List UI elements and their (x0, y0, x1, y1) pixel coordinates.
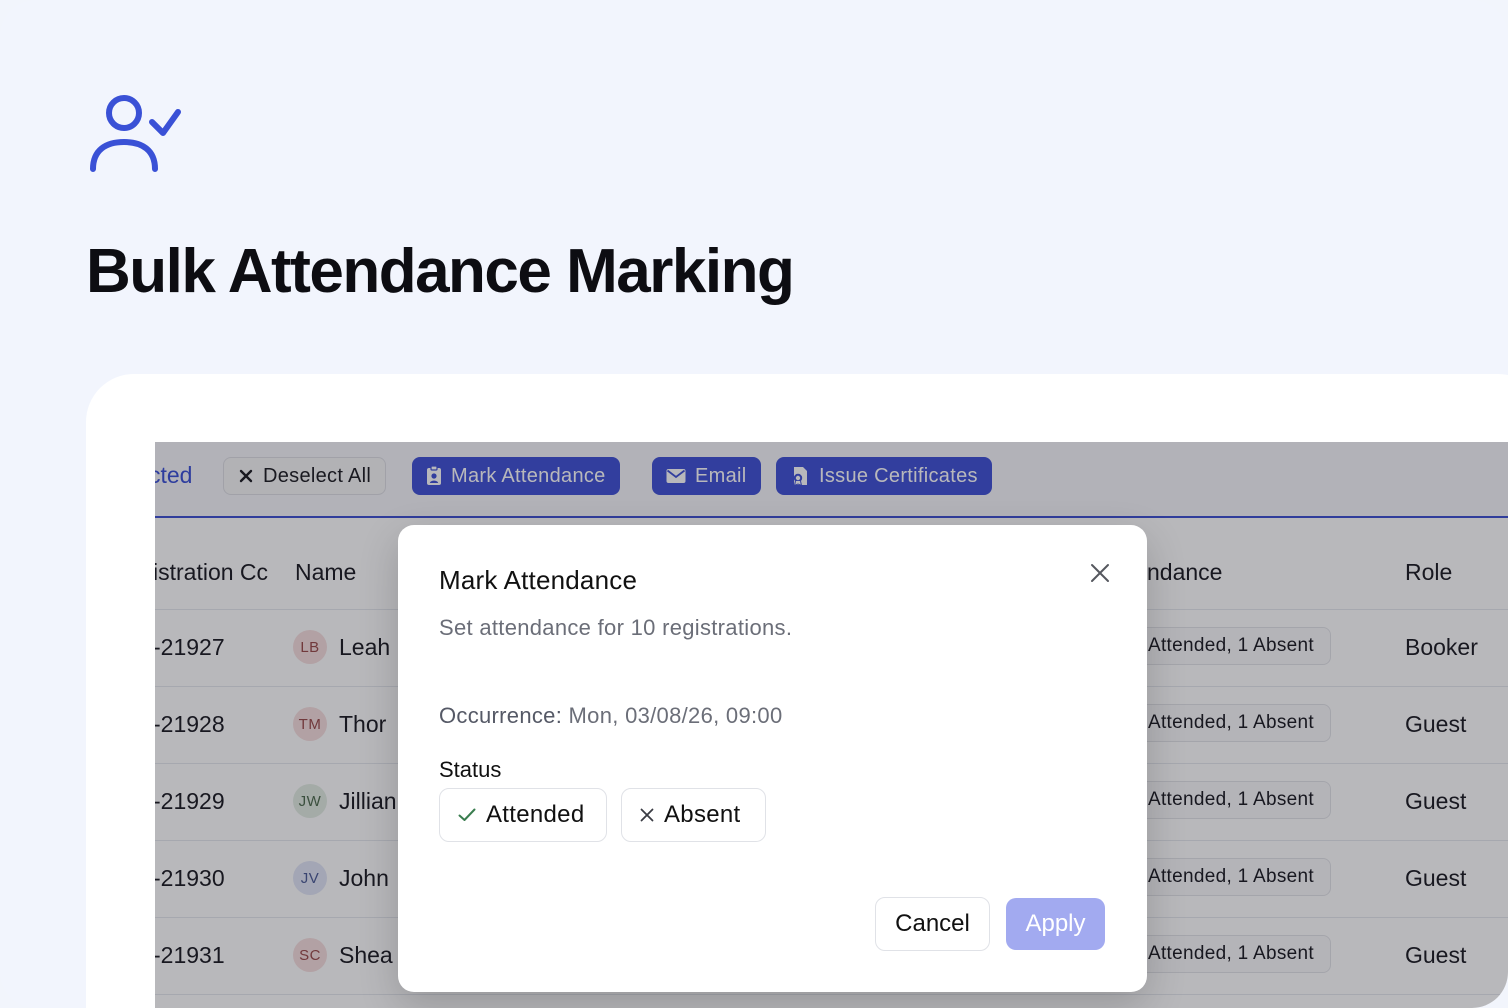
occurrence-value: Mon, 03/08/26, 09:00 (568, 703, 783, 728)
occurrence-label: Occurrence: (439, 703, 563, 728)
dialog-description: Set attendance for 10 registrations. (439, 615, 793, 640)
user-check-icon (90, 95, 181, 172)
status-absent-option[interactable]: Absent (621, 788, 766, 842)
absent-label: Absent (664, 801, 741, 828)
occurrence-info: Occurrence: Mon, 03/08/26, 09:00 (439, 703, 782, 729)
close-icon (640, 808, 654, 822)
page-background: Bulk Attendance Marking cted Deselect Al… (0, 0, 1508, 1008)
close-icon[interactable] (1088, 561, 1112, 585)
attended-label: Attended (486, 801, 585, 828)
dialog-title: Mark Attendance (439, 565, 638, 595)
status-label: Status (439, 757, 502, 782)
status-attended-option[interactable]: Attended (439, 788, 607, 842)
mark-attendance-dialog: Mark Attendance Set attendance for 10 re… (398, 525, 1147, 992)
check-icon (458, 808, 476, 821)
cancel-button[interactable]: Cancel (875, 897, 990, 951)
apply-button[interactable]: Apply (1006, 898, 1105, 950)
page-title: Bulk Attendance Marking (86, 237, 795, 306)
